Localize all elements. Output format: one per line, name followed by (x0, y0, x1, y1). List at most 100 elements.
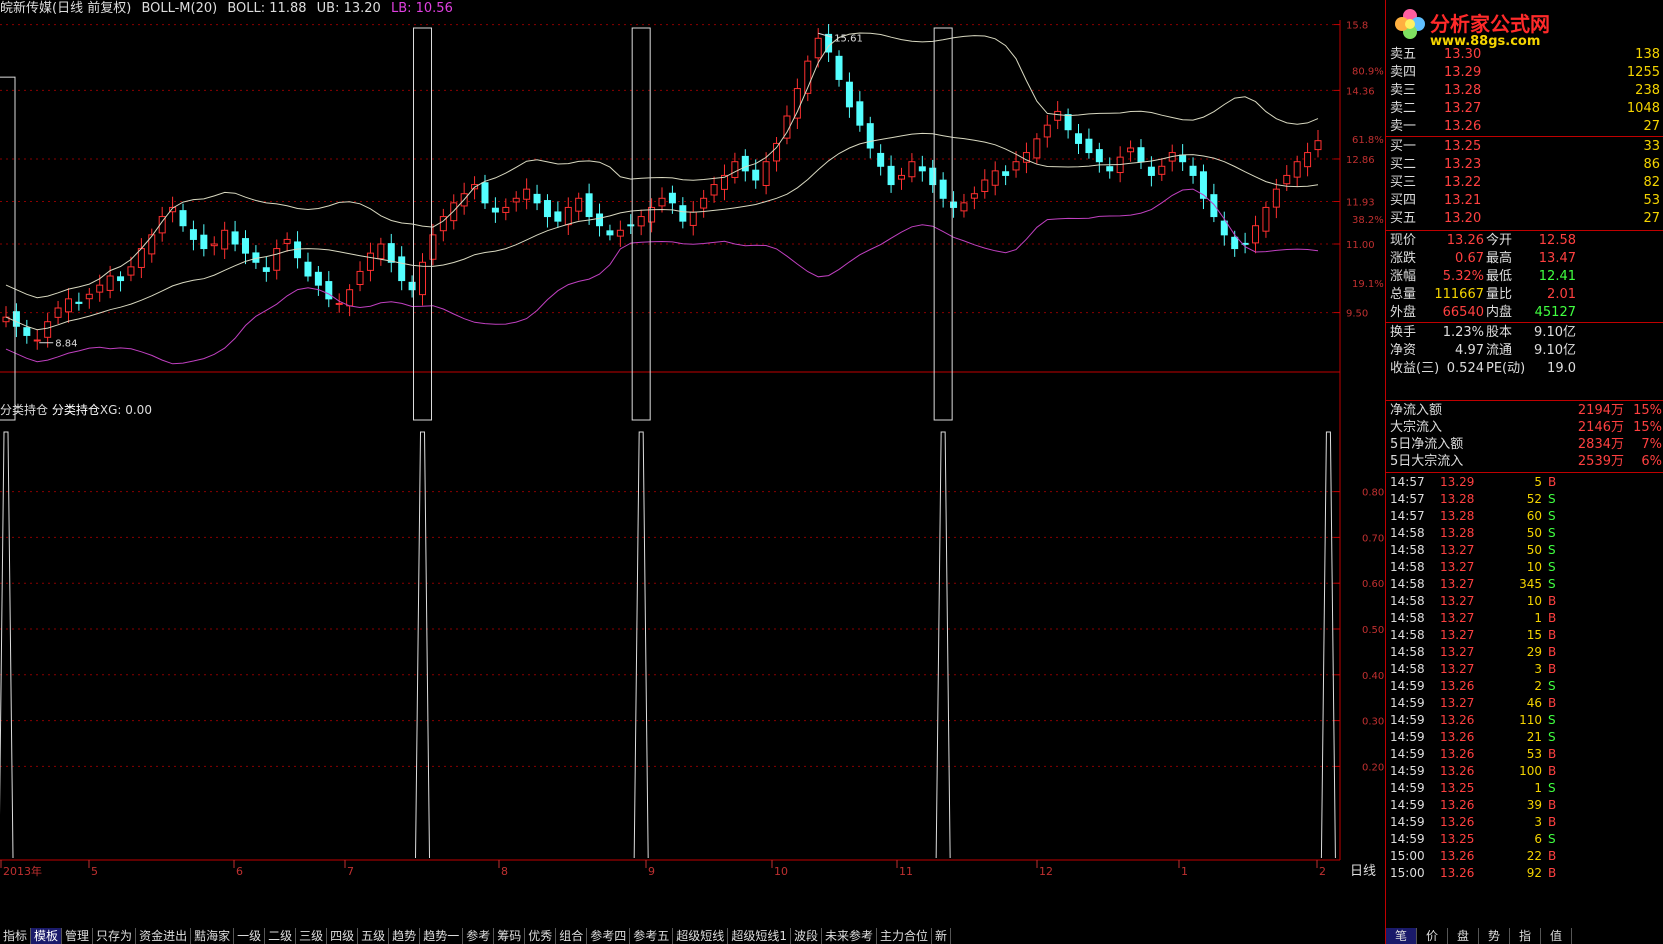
candle-body (575, 197, 583, 212)
stat-value: 111667 (1434, 287, 1484, 302)
lb-value: LB: 10.56 (390, 1, 453, 16)
bottom-tab[interactable]: 未来参考 (822, 928, 877, 944)
bottom-tab[interactable]: 只存为 (93, 928, 137, 944)
fund-pct: 15% (1633, 403, 1662, 418)
bottom-tab[interactable]: 二级 (265, 928, 297, 944)
tick-row: 14:57 13.29 5 B (1386, 474, 1663, 491)
tick-row: 14:58 13.27 3 B (1386, 661, 1663, 678)
stat-row: 涨跌 0.67 最高 13.47 (1386, 250, 1663, 268)
candle-body (210, 243, 218, 247)
right-tab[interactable]: 笔 (1386, 928, 1417, 944)
candle-body (523, 188, 531, 200)
bottom-tab[interactable]: 筹码 (494, 928, 526, 944)
tick-divider (1386, 472, 1663, 473)
fund-label: 净流入额 (1390, 403, 1443, 418)
ask-label: 卖一 (1390, 119, 1417, 134)
candle-body (23, 327, 31, 336)
tick-time: 15:00 (1390, 866, 1425, 880)
bottom-tab[interactable]: 新 (932, 928, 952, 944)
kline-chart-svg[interactable]: 15.8 14.36 12.86 11.93 11.00 9.50 80.9% 61.8% 38… (0, 0, 1385, 944)
bottom-tab[interactable]: 主力合位 (877, 928, 932, 944)
stat-label-2: PE(动) (1486, 361, 1526, 376)
bottom-tab[interactable]: 一级 (234, 928, 266, 944)
bottom-tab[interactable]: 组合 (556, 928, 588, 944)
indicator-tick-label: 0.70 (1362, 533, 1384, 544)
tick-side: B (1548, 815, 1557, 829)
tick-row: 14:58 13.27 345 S (1386, 576, 1663, 593)
bottom-tab[interactable]: 三级 (296, 928, 328, 944)
bottom-tab[interactable]: 优秀 (525, 928, 557, 944)
bottom-tab[interactable]: 趋势一 (420, 928, 464, 944)
tick-side: B (1548, 475, 1557, 489)
candle-body (54, 307, 62, 318)
candle-body (429, 234, 437, 260)
candle-body (1002, 171, 1010, 176)
daily-period-tab[interactable]: 日线 (1342, 864, 1384, 880)
bottom-tab[interactable]: 五级 (358, 928, 390, 944)
tick-price: 13.26 (1440, 815, 1475, 829)
right-tab[interactable]: 值 (1541, 928, 1572, 944)
indicator-tick-label: 0.40 (1362, 671, 1384, 682)
tick-time: 14:57 (1390, 492, 1425, 506)
bottom-tab[interactable]: 资金进出 (136, 928, 192, 944)
tick-time: 14:57 (1390, 509, 1425, 523)
candle-body (366, 252, 374, 271)
kline-chart-area[interactable]: 15.8 14.36 12.86 11.93 11.00 9.50 80.9% 61.8% 38… (0, 0, 1385, 944)
fund-row: 大宗流入 2146万 15% (1386, 419, 1663, 436)
stat-label-2: 量比 (1486, 287, 1513, 302)
stats-divider (1386, 230, 1663, 231)
stat-row: 净资 4.97 流通 9.10亿 (1386, 342, 1663, 360)
bottom-tab[interactable]: 黠海家 (191, 928, 235, 944)
bottom-tab[interactable]: 波段 (791, 928, 822, 944)
price-tick-label: 14.36 (1346, 86, 1375, 97)
candle-body (1252, 225, 1260, 244)
bottom-tab[interactable]: 模板 (31, 928, 63, 944)
tick-side: B (1548, 798, 1557, 812)
ask-row: 卖五 13.30 138 (1386, 46, 1663, 64)
tick-side: B (1548, 866, 1557, 880)
bottom-tab[interactable]: 超级短线 (673, 928, 729, 944)
bottom-tab[interactable]: 参考 (463, 928, 495, 944)
tick-side: B (1548, 662, 1557, 676)
bottom-tab[interactable]: 趋势 (389, 928, 421, 944)
tick-volume: 1 (1534, 781, 1542, 795)
tick-volume: 50 (1526, 543, 1542, 557)
tick-side: S (1548, 832, 1556, 846)
tick-row: 14:57 13.28 60 S (1386, 508, 1663, 525)
candle-body (241, 238, 249, 254)
pct-tick-label: 19.1% (1352, 279, 1384, 290)
bid-price: 13.22 (1444, 175, 1482, 190)
candle-body (616, 229, 624, 237)
order-book-divider (1386, 136, 1663, 137)
signal-box (413, 27, 433, 421)
tick-time: 14:58 (1390, 611, 1425, 625)
tick-volume: 92 (1526, 866, 1542, 880)
tick-price: 13.28 (1440, 526, 1475, 540)
right-tab[interactable]: 盘 (1448, 928, 1479, 944)
stat-row: 总量 111667 量比 2.01 (1386, 286, 1663, 304)
right-tab[interactable]: 价 (1417, 928, 1448, 944)
stock-name: 皖新传媒 (0, 1, 53, 16)
tick-side: S (1548, 730, 1556, 744)
signal-spike (0, 431, 14, 859)
time-tick-label: 10 (774, 865, 788, 878)
bottom-tab[interactable]: 指标 (0, 928, 32, 944)
quote-panel: 分析家公式网 www.88gs.com 卖五 13.30 138 卖四 13.29 125… (1385, 0, 1663, 944)
stat-label: 总量 (1390, 287, 1417, 302)
candle-body (1075, 133, 1083, 144)
right-tab[interactable]: 势 (1479, 928, 1510, 944)
tick-side: S (1548, 543, 1556, 557)
bottom-tab[interactable]: 管理 (62, 928, 94, 944)
bottom-tab[interactable]: 参考五 (630, 928, 674, 944)
tick-side: B (1548, 696, 1557, 710)
tick-side: B (1548, 849, 1557, 863)
stat-value: 5.32% (1442, 269, 1484, 284)
tick-volume: 22 (1526, 849, 1542, 863)
bid-row: 买三 13.22 82 (1386, 174, 1663, 192)
right-tab[interactable]: 指 (1510, 928, 1541, 944)
bottom-tab[interactable]: 四级 (327, 928, 359, 944)
bottom-tab[interactable]: 参考四 (587, 928, 631, 944)
bottom-tab[interactable]: 超级短线1 (728, 928, 791, 944)
tick-side: S (1548, 492, 1556, 506)
candle-body (596, 213, 604, 227)
